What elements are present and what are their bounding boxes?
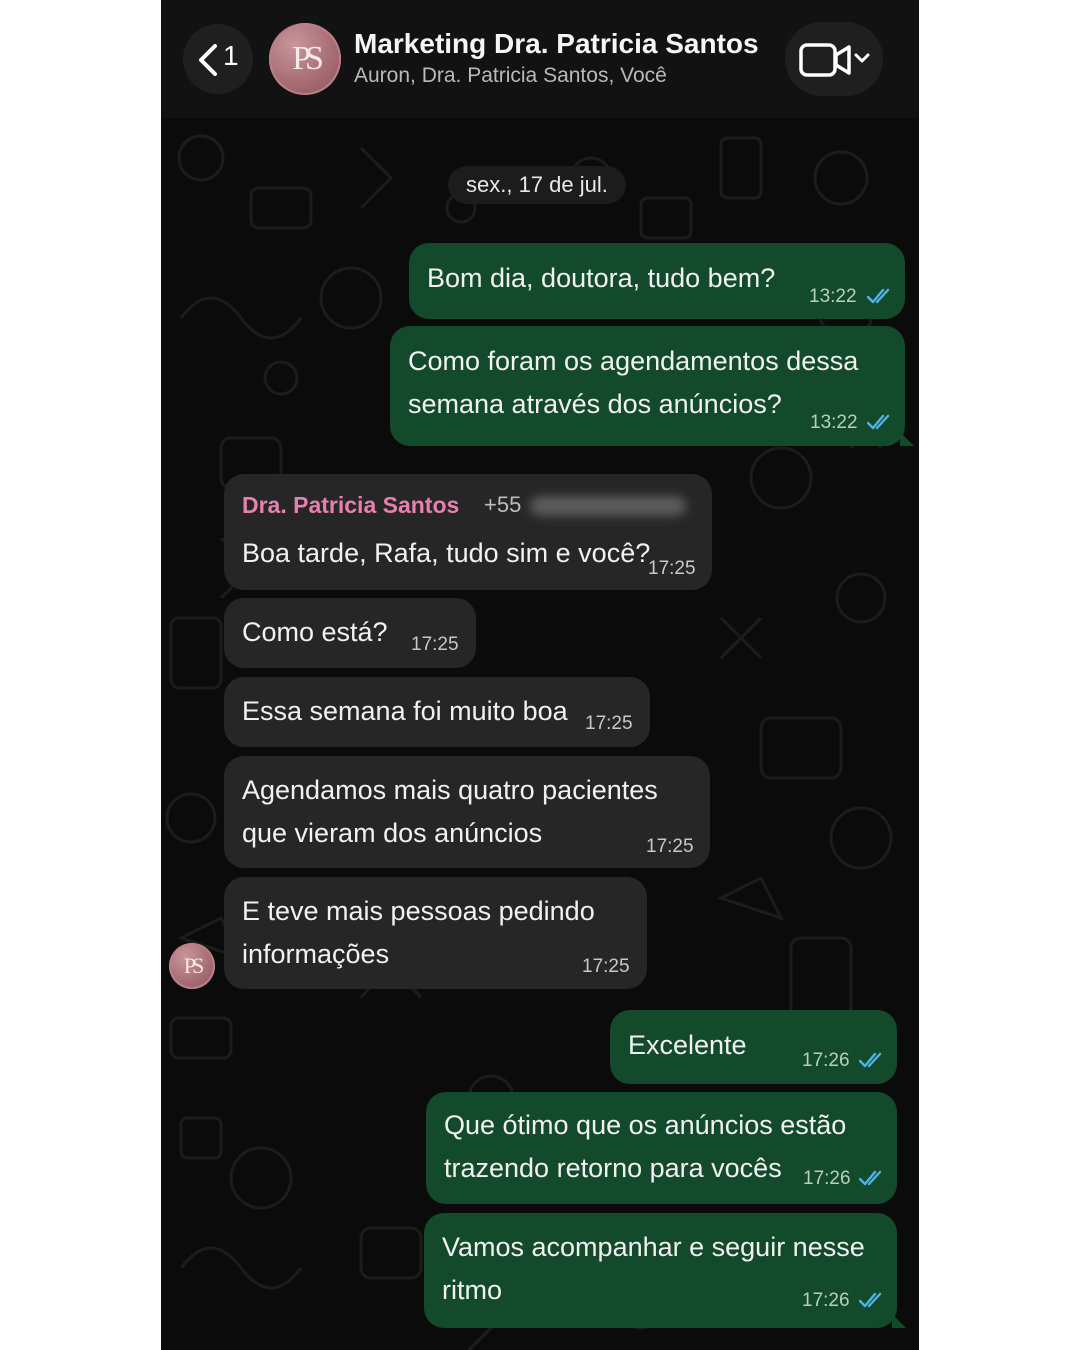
back-button[interactable]: 1 [183,24,253,94]
message-time: 17:25 [646,836,694,857]
chat-participants[interactable]: Auron, Dra. Patricia Santos, Você [354,64,667,88]
message-text: E teve mais pessoas pedindo informações [242,896,595,969]
message-text: Boa tarde, Rafa, tudo sim e você? [242,538,651,568]
message-bubble-outgoing[interactable]: Que ótimo que os anúncios estão trazendo… [426,1092,897,1204]
message-time: 17:26 [802,1050,850,1071]
message-text: Bom dia, doutora, tudo bem? [427,263,776,293]
redacted-phone-number [530,496,686,516]
message-bubble-outgoing[interactable]: Excelente 17:26 [610,1010,897,1084]
chevron-down-icon [854,53,870,63]
message-text: Que ótimo que os anúncios estão trazendo… [444,1110,847,1183]
group-avatar[interactable]: PS [269,23,341,95]
message-text: Agendamos mais quatro pacientes que vier… [242,775,658,848]
message-bubble-incoming[interactable]: Essa semana foi muito boa 17:25 [224,677,650,747]
message-bubble-incoming[interactable]: E teve mais pessoas pedindo informações … [224,877,647,989]
message-bubble-incoming[interactable]: Dra. Patricia Santos +55 Boa tarde, Rafa… [224,474,712,590]
unread-count: 1 [223,40,239,71]
double-check-icon [867,414,890,430]
message-time: 17:26 [802,1290,850,1311]
message-bubble-outgoing[interactable]: Vamos acompanhar e seguir nesse ritmo 17… [424,1213,906,1328]
sender-phone: +55 [484,492,522,517]
back-chevron-icon [199,44,217,76]
phone-screen: 1 PS Marketing Dra. Patricia Santos Auro… [161,0,919,1350]
video-call-icon [799,43,870,77]
double-check-icon [867,288,890,304]
message-bubble-outgoing[interactable]: Como foram os agendamentos dessa semana … [390,326,914,446]
message-time: 17:26 [803,1168,851,1189]
bubble-tail [900,432,914,446]
date-divider: sex., 17 de jul. [448,166,626,204]
message-time: 17:25 [585,713,633,734]
chat-header: 1 PS Marketing Dra. Patricia Santos Auro… [161,0,919,118]
message-time: 17:25 [582,956,630,977]
bubble-tail [892,1314,906,1328]
message-time: 13:22 [809,286,857,307]
double-check-icon [859,1170,882,1186]
message-bubble-outgoing[interactable]: Bom dia, doutora, tudo bem? 13:22 [409,243,905,319]
double-check-icon [859,1292,882,1308]
message-text: Excelente [628,1030,747,1060]
chat-title[interactable]: Marketing Dra. Patricia Santos [354,28,759,60]
message-bubble-incoming[interactable]: Como está? 17:25 [224,598,476,668]
message-text: Como está? [242,617,388,647]
video-call-button[interactable] [785,22,883,96]
double-check-icon [859,1052,882,1068]
sender-avatar[interactable]: PS [169,943,215,989]
avatar-initials: PS [292,40,324,77]
message-time: 13:22 [810,412,858,433]
avatar-initials: PS [183,953,204,978]
message-bubble-incoming[interactable]: Agendamos mais quatro pacientes que vier… [224,756,710,868]
message-time: 17:25 [648,558,696,579]
message-text: Essa semana foi muito boa [242,696,568,726]
message-time: 17:25 [411,634,459,655]
sender-name[interactable]: Dra. Patricia Santos [242,492,459,519]
message-text: Como foram os agendamentos dessa semana … [408,346,859,419]
